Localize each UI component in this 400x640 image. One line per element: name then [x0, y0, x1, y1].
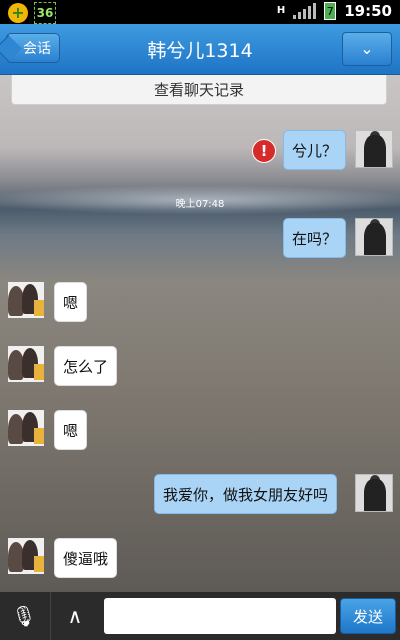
chat-title: 韩兮儿1314: [147, 40, 253, 62]
status-bar: + 36 H 7 19:50: [0, 0, 400, 24]
send-failed-icon[interactable]: !: [252, 139, 276, 163]
my-avatar[interactable]: [355, 474, 393, 512]
my-avatar[interactable]: [355, 218, 393, 256]
message-bubble-in[interactable]: 嗯: [54, 282, 88, 322]
message-bubble-out[interactable]: 我爱你，做我女朋友好吗: [154, 474, 338, 514]
message-bubble-in[interactable]: 怎么了: [54, 346, 118, 386]
microphone-icon: 🎙: [11, 604, 37, 628]
view-history-button[interactable]: 查看聊天记录: [11, 75, 387, 105]
message-timestamp: 晚上07:48: [175, 199, 225, 210]
message-bubble-in[interactable]: 嗯: [54, 410, 88, 450]
message-bubble-in[interactable]: 傻逼哦: [54, 538, 118, 578]
more-button[interactable]: ⌄: [342, 32, 392, 66]
chevron-up-icon: ∧: [67, 604, 83, 628]
message-bubble-out[interactable]: 在吗？: [283, 218, 347, 258]
chat-area[interactable]: 查看聊天记录 ! 兮儿？ 晚上07:48 在吗？ 嗯 怎么了 嗯 我爱你，做我女…: [0, 75, 400, 592]
message-bubble-out[interactable]: 兮儿？: [283, 130, 347, 170]
my-avatar[interactable]: [355, 130, 393, 168]
chevron-down-icon: ⌄: [360, 39, 374, 58]
title-bar: 会话 韩兮儿1314 ⌄: [0, 24, 400, 75]
network-type-icon: H: [276, 5, 286, 16]
contact-avatar[interactable]: [8, 410, 44, 446]
send-button[interactable]: 发送: [340, 598, 396, 634]
battery-icon: 7: [324, 2, 337, 20]
signal-icon: [293, 3, 317, 19]
voice-button[interactable]: 🎙: [0, 592, 48, 640]
status-time: 19:50: [344, 2, 392, 20]
expand-button[interactable]: ∧: [50, 592, 99, 640]
contact-avatar[interactable]: [8, 538, 44, 574]
app-plus-icon: +: [8, 3, 28, 23]
message-input[interactable]: [104, 598, 336, 634]
notification-badge: 36: [34, 2, 56, 24]
contact-avatar[interactable]: [8, 346, 44, 382]
input-bar: 🎙 ∧ 发送: [0, 592, 400, 640]
contact-avatar[interactable]: [8, 282, 44, 318]
